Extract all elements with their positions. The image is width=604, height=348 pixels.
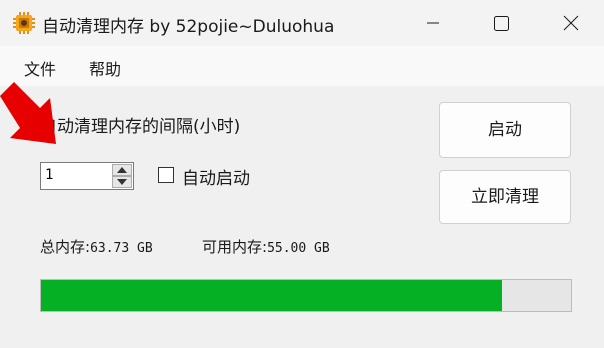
spinner-down-button[interactable] [112, 176, 132, 188]
total-memory: 总内存:63.73 GB [40, 236, 153, 257]
memory-progress-bar [40, 279, 572, 312]
available-memory-label: 可用内存: [202, 238, 268, 256]
autostart-label[interactable]: 自动启动 [182, 164, 250, 189]
menu-help[interactable]: 帮助 [89, 56, 121, 80]
interval-input[interactable]: 1 [45, 167, 53, 183]
app-window: 自动清理内存 by 52pojie~Duluohua 文件 帮助 自动清理内存的… [0, 0, 604, 348]
arrow-down-icon [117, 179, 127, 185]
close-icon [563, 15, 579, 31]
close-button[interactable] [548, 0, 594, 46]
menu-bar: 文件 帮助 [0, 46, 604, 86]
minimize-button[interactable] [410, 0, 456, 46]
spinner-buttons [112, 164, 132, 188]
memory-progress-fill [41, 280, 502, 311]
clean-now-button[interactable]: 立即清理 [439, 170, 571, 224]
start-button[interactable]: 启动 [439, 102, 571, 158]
arrow-up-icon [117, 167, 127, 173]
total-memory-label: 总内存: [40, 238, 91, 256]
maximize-button[interactable] [478, 0, 524, 46]
title-bar[interactable]: 自动清理内存 by 52pojie~Duluohua [0, 0, 604, 46]
minimize-icon [427, 22, 439, 24]
spinner-up-button[interactable] [112, 164, 132, 176]
autostart-checkbox[interactable] [158, 167, 174, 183]
available-memory-value: 55.00 GB [267, 241, 330, 256]
maximize-icon [494, 16, 509, 31]
annotation-arrow-icon [0, 82, 56, 144]
available-memory: 可用内存:55.00 GB [202, 236, 330, 257]
total-memory-value: 63.73 GB [90, 241, 153, 256]
window-title: 自动清理内存 by 52pojie~Duluohua [42, 17, 335, 37]
menu-file[interactable]: 文件 [24, 56, 56, 80]
interval-spinner[interactable]: 1 [40, 162, 134, 190]
chip-icon [13, 12, 35, 34]
